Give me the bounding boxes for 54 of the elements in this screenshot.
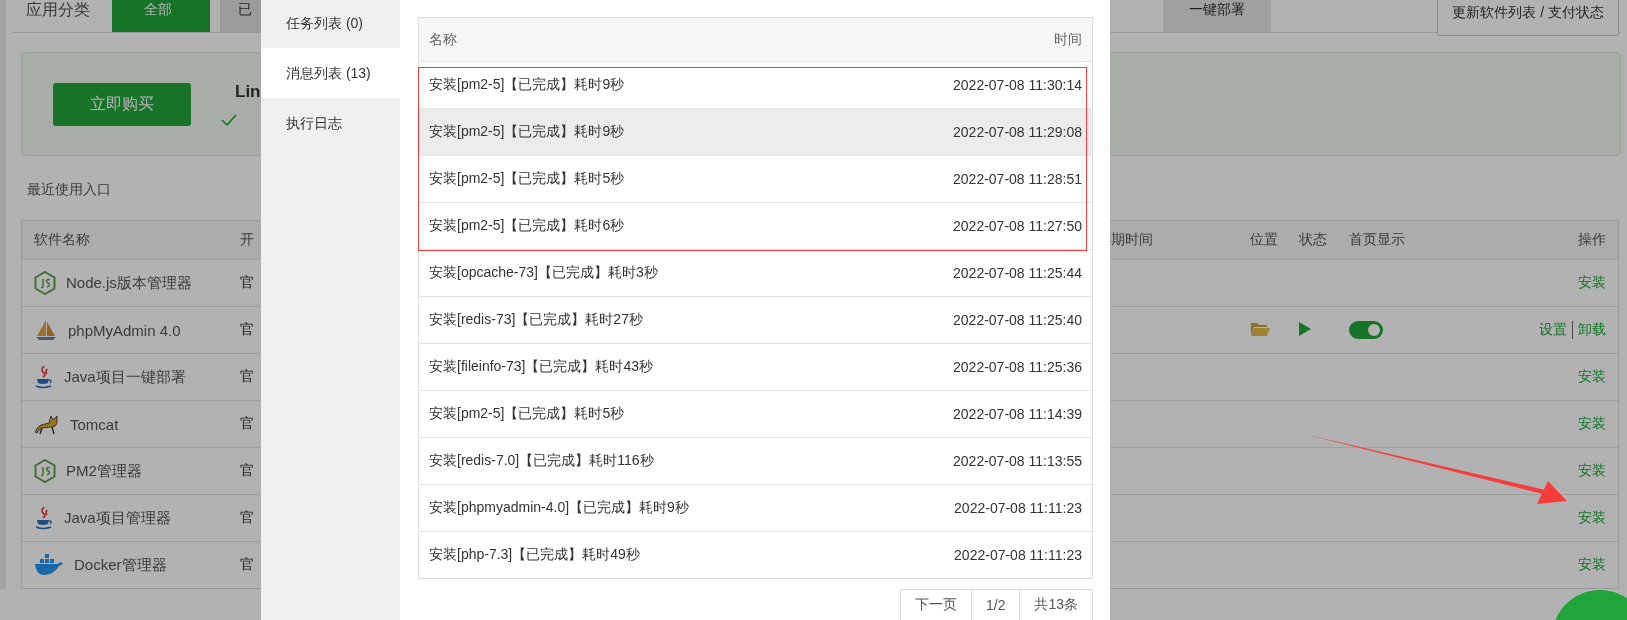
developer-cell-text: 官: [240, 462, 255, 480]
developer-cell-text: 官: [240, 509, 255, 527]
software-name: Docker管理器: [74, 555, 167, 575]
developer-cell-text: 官: [240, 321, 255, 339]
pagination-item[interactable]: 下一页: [899, 589, 972, 620]
pagination-item[interactable]: 共13条: [1019, 589, 1093, 620]
developer-cell-text: 官: [240, 556, 255, 574]
dialog-tab[interactable]: 消息列表 (13): [261, 48, 400, 98]
category-label: 应用分类: [26, 0, 90, 20]
message-row[interactable]: 安装[opcache-73]【已完成】耗时3秒 2022-07-08 11:25:44: [419, 249, 1092, 296]
developer-cell-text: 官: [240, 415, 255, 433]
play-icon[interactable]: [1299, 321, 1311, 336]
column-header: 开: [240, 231, 255, 249]
column-header: 时间: [1054, 30, 1082, 49]
hexagon-icon: [34, 459, 56, 483]
developer-cell-text: 官: [240, 368, 255, 386]
coffee-cup-icon: [34, 506, 54, 530]
message-row[interactable]: 安装[pm2-5]【已完成】耗时5秒 2022-07-08 11:28:51: [419, 155, 1092, 202]
column-header: 首页显示: [1349, 231, 1406, 249]
dialog-tab[interactable]: 任务列表 (0): [261, 0, 400, 48]
message-row[interactable]: 安装[phpmyadmin-4.0]【已完成】耗时9秒 2022-07-08 11:11:23: [419, 484, 1092, 531]
recent-label: 最近使用入口: [27, 181, 112, 199]
column-header: 期时间: [1111, 231, 1154, 249]
sailboat-icon: [34, 318, 58, 342]
column-header: 名称: [429, 30, 457, 49]
software-name: Java项目管理器: [64, 508, 171, 528]
message-row[interactable]: 安装[pm2-5]【已完成】耗时9秒 2022-07-08 11:29:08: [419, 108, 1092, 155]
message-row[interactable]: 安装[redis-73]【已完成】耗时27秒 2022-07-08 11:25:40: [419, 296, 1092, 343]
message-row[interactable]: 安装[fileinfo-73]【已完成】耗时43秒 2022-07-08 11:25:36: [419, 343, 1092, 390]
toggle-switch[interactable]: [1349, 321, 1383, 340]
banner-title: Lin: [235, 82, 261, 102]
software-name: phpMyAdmin 4.0: [68, 321, 181, 339]
column-header: 操作: [1578, 231, 1606, 249]
cat-icon: [34, 413, 60, 435]
dialog-tab[interactable]: 执行日志: [261, 98, 400, 148]
developer-cell-text: 官: [240, 274, 255, 292]
column-header: 状态: [1299, 231, 1328, 249]
whale-icon: [34, 554, 64, 576]
software-name: Java项目一键部署: [64, 367, 186, 387]
software-name: PM2管理器: [66, 461, 142, 481]
refresh-button[interactable]: 更新软件列表 / 支付状态: [1437, 0, 1619, 36]
message-row[interactable]: 安装[pm2-5]【已完成】耗时6秒 2022-07-08 11:27:50: [419, 202, 1092, 249]
message-row[interactable]: 安装[redis-7.0]【已完成】耗时116秒 2022-07-08 11:13:55: [419, 437, 1092, 484]
column-header: 位置: [1250, 231, 1279, 249]
coffee-cup-icon: [34, 365, 54, 389]
software-name: Tomcat: [70, 415, 119, 433]
check-icon: [221, 114, 237, 126]
software-name: Node.js版本管理器: [66, 273, 192, 293]
folder-icon[interactable]: [1250, 321, 1270, 336]
message-row[interactable]: 安装[pm2-5]【已完成】耗时5秒 2022-07-08 11:14:39: [419, 390, 1092, 437]
deploy-button[interactable]: 一键部署: [1163, 0, 1272, 32]
column-header: 软件名称: [34, 231, 91, 249]
hexagon-icon: [34, 271, 56, 295]
message-row[interactable]: 安装[php-7.3]【已完成】耗时49秒 2022-07-08 11:11:23: [419, 531, 1092, 578]
